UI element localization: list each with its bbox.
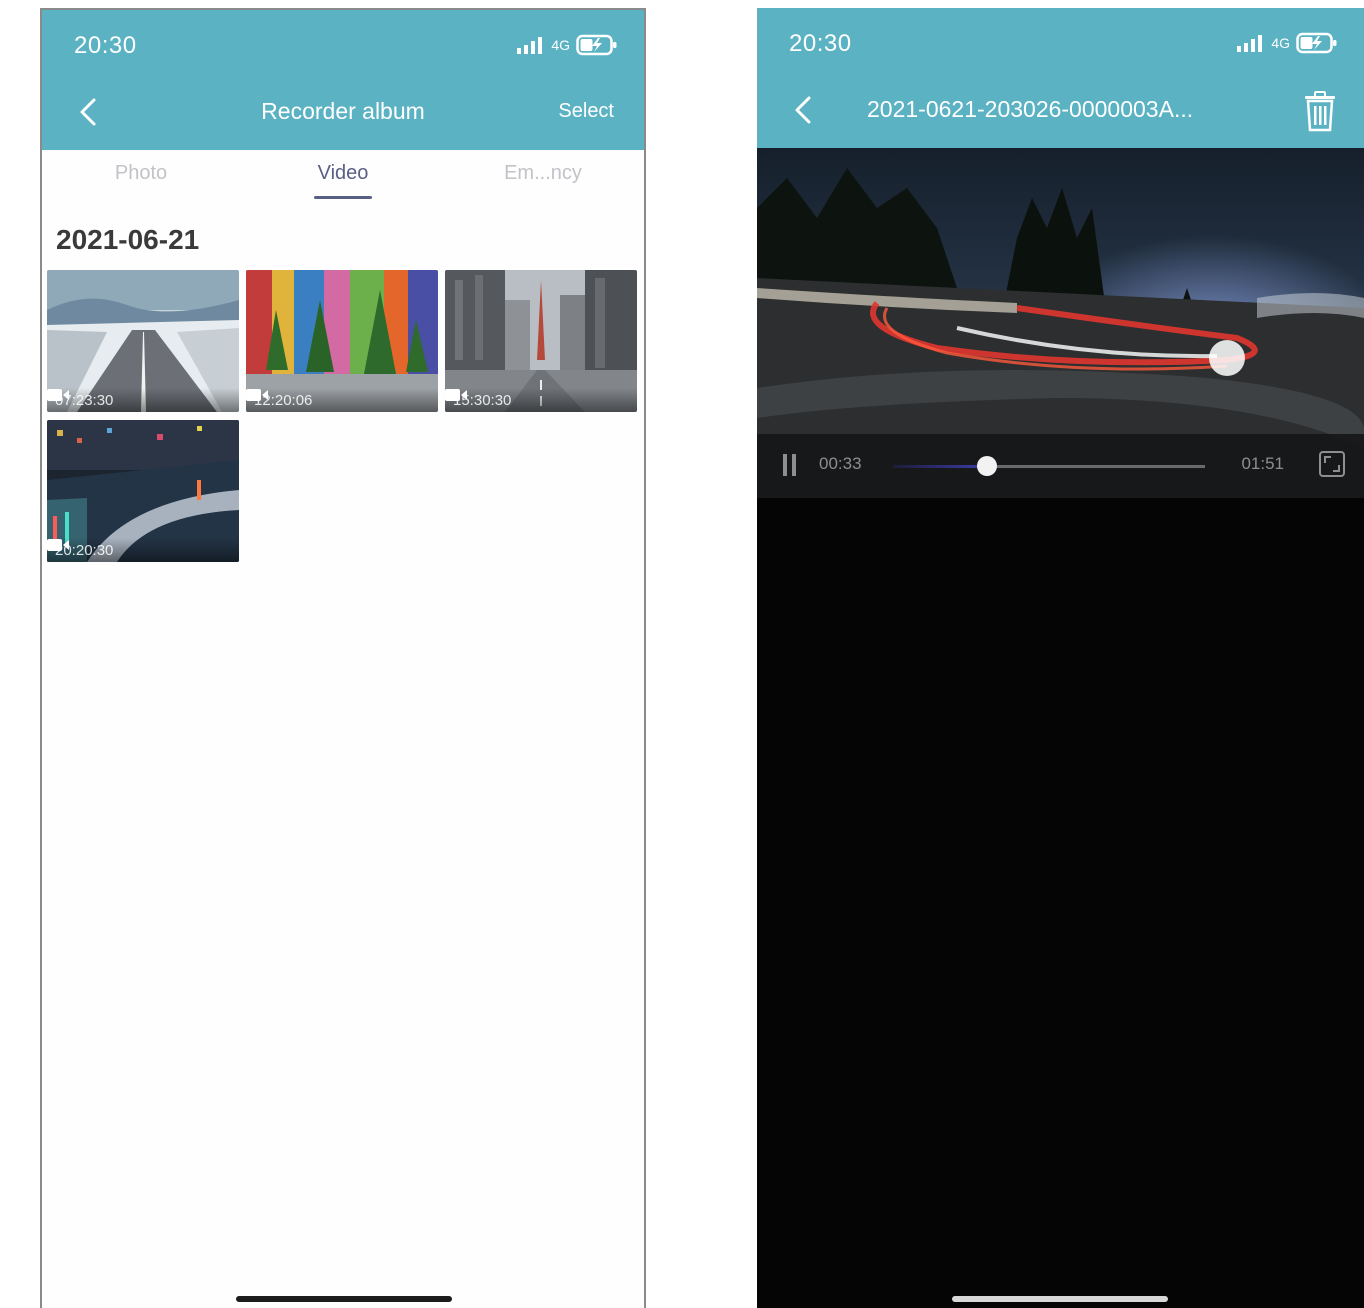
video-title: 2021-0621-203026-0000003A...: [867, 96, 1194, 122]
back-button[interactable]: [787, 90, 817, 130]
status-time: 20:30: [74, 32, 137, 59]
video-camera-icon: [445, 389, 467, 401]
video-thumbnail[interactable]: 12:20:06: [246, 270, 438, 412]
select-button[interactable]: Select: [558, 100, 614, 123]
battery-charging-icon: [576, 34, 617, 56]
date-group-header: 2021-06-21: [56, 224, 200, 255]
album-header: 20:30 4G Recorder album Select: [42, 10, 644, 150]
status-indicators: 4G: [517, 34, 618, 56]
progress-fill: [893, 465, 987, 468]
progress-knob[interactable]: [976, 456, 997, 476]
video-thumbnail[interactable]: 07:23:30: [47, 270, 239, 412]
signal-icon: [517, 37, 543, 54]
fullscreen-icon[interactable]: [1318, 450, 1346, 478]
progress-slider[interactable]: [893, 456, 1205, 476]
video-thumbnail[interactable]: 20:20:30: [47, 420, 239, 562]
tab-photo[interactable]: Photo: [66, 162, 216, 185]
tab-video[interactable]: Video: [268, 162, 418, 185]
tab-emergency[interactable]: Em...ncy: [468, 162, 618, 185]
battery-charging-icon: [1296, 32, 1337, 54]
current-time: 00:33: [819, 454, 862, 473]
video-camera-icon: [246, 389, 268, 401]
signal-icon: [1237, 35, 1263, 52]
recorder-album-screen: 20:30 4G Recorder album Select Photo Vid…: [40, 8, 646, 1308]
status-time: 20:30: [789, 30, 852, 57]
total-time: 01:51: [1241, 454, 1284, 473]
video-thumbnail[interactable]: 15:30:30: [445, 270, 637, 412]
pause-icon[interactable]: [783, 454, 797, 476]
network-type: 4G: [551, 37, 570, 53]
home-indicator[interactable]: [952, 1296, 1168, 1302]
page-title: Recorder album: [261, 98, 425, 124]
status-indicators: 4G: [1237, 32, 1338, 54]
video-camera-icon: [47, 539, 69, 551]
network-type: 4G: [1271, 35, 1290, 51]
delete-trash-icon[interactable]: [1302, 90, 1338, 132]
video-camera-icon: [47, 389, 69, 401]
active-tab-indicator: [314, 196, 372, 199]
home-indicator[interactable]: [236, 1296, 452, 1302]
player-controls: 00:33 01:51: [757, 434, 1364, 498]
video-player-screen: 20:30 4G 2021-0621-203026-0000003A... 00…: [757, 8, 1364, 1308]
player-header: 20:30 4G 2021-0621-203026-0000003A...: [757, 8, 1364, 148]
album-tabs: Photo Video Em...ncy: [42, 150, 644, 206]
